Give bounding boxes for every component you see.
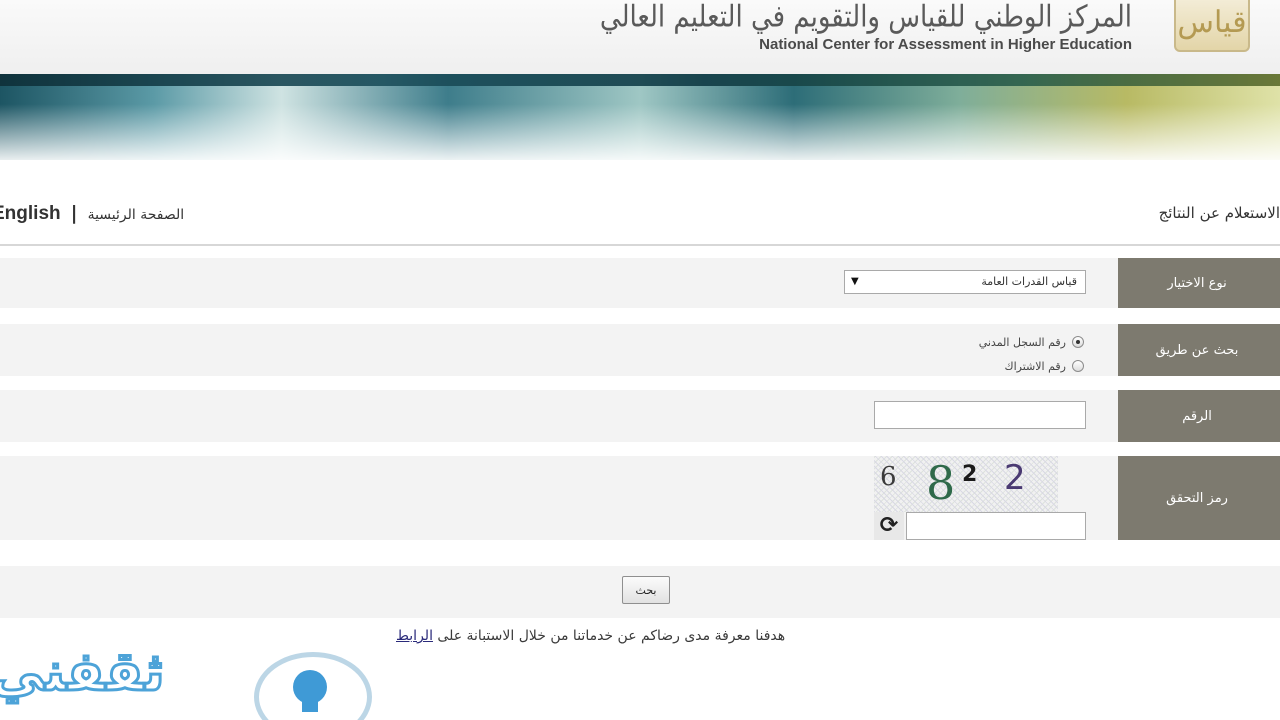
captcha-image: 6 8 2 2 <box>874 456 1058 512</box>
submit-row: بحث <box>0 566 1280 618</box>
exam-type-select[interactable]: قياس القدرات العامة ▼ <box>844 270 1086 294</box>
site-header: المركز الوطني للقياس والتقويم في التعليم… <box>0 0 1280 74</box>
english-link[interactable]: English <box>0 203 61 224</box>
radio-option-civil-id[interactable]: رقم السجل المدني <box>880 330 1084 354</box>
number-label: الرقم <box>1118 390 1280 442</box>
captcha-char: 8 <box>926 456 956 510</box>
number-input[interactable] <box>874 401 1086 429</box>
nav-separator: | <box>70 202 78 224</box>
watermark-logo-text: ثقفني <box>0 639 168 705</box>
page: المركز الوطني للقياس والتقويم في التعليم… <box>0 0 1280 720</box>
captcha-char: 6 <box>880 462 897 492</box>
radio-button-unchecked[interactable] <box>1072 360 1084 372</box>
qiyas-logo-icon: قياس <box>1174 0 1250 52</box>
logo-text: المركز الوطني للقياس والتقويم في التعليم… <box>600 0 1133 74</box>
radio-label: رقم الاشتراك <box>1004 359 1066 373</box>
logo-arabic-name: المركز الوطني للقياس والتقويم في التعليم… <box>599 0 1133 35</box>
refresh-icon[interactable]: ⟳ <box>874 512 904 540</box>
search-button[interactable]: بحث <box>622 576 670 604</box>
radio-label: رقم السجل المدني <box>978 335 1066 349</box>
lightbulb-icon <box>293 670 327 704</box>
logo-english-name: National Center for Assessment in Higher… <box>759 36 1132 53</box>
header-banner <box>0 74 1280 160</box>
survey-text: هدفنا معرفة مدى رضاكم عن خدماتنا من خلال… <box>396 628 896 644</box>
exam-type-row: نوع الاختيار قياس القدرات العامة ▼ <box>0 258 1280 308</box>
captcha-char: 2 <box>962 462 978 487</box>
logo-emblem-text: قياس <box>1177 5 1247 40</box>
nav-bar: الاستعلام عن النتائج English | الصفحة الرئ… <box>0 196 1280 236</box>
radio-option-subscription-number[interactable]: رقم الاشتراك <box>880 354 1084 378</box>
search-by-radio-group: رقم السجل المدني رقم الاشتراك <box>880 330 1084 378</box>
lightbulb-base-icon <box>302 700 318 712</box>
banner-dark-strip <box>0 74 1280 86</box>
nav-links: English | الصفحة الرئيسية <box>0 202 184 225</box>
survey-link[interactable]: الرابط <box>396 628 433 644</box>
search-by-row: بحث عن طريق رقم السجل المدني رقم الاشترا… <box>0 324 1280 376</box>
radio-button-checked[interactable] <box>1072 336 1084 348</box>
page-title: الاستعلام عن النتائج <box>1158 204 1280 222</box>
survey-sentence: هدفنا معرفة مدى رضاكم عن خدماتنا من خلال… <box>432 628 786 644</box>
number-row: الرقم <box>0 390 1280 442</box>
captcha-char: 2 <box>1004 458 1026 498</box>
exam-type-label: نوع الاختيار <box>1118 258 1280 308</box>
captcha-row: رمز التحقق 6 8 2 2 ⟳ <box>0 456 1280 540</box>
exam-type-selected-value: قياس القدرات العامة <box>981 275 1077 288</box>
search-by-label: بحث عن طريق <box>1118 324 1280 376</box>
nav-divider <box>0 244 1280 246</box>
captcha-label: رمز التحقق <box>1118 456 1280 540</box>
captcha-input[interactable] <box>906 512 1086 540</box>
home-link[interactable]: الصفحة الرئيسية <box>88 207 185 223</box>
chevron-down-icon: ▼ <box>851 276 859 287</box>
